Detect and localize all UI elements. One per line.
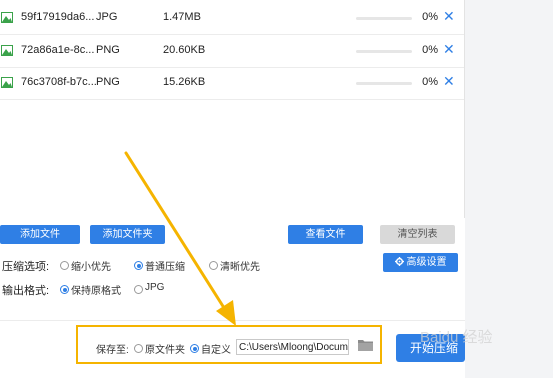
annotation-arrow [124,151,236,326]
start-compress-button[interactable]: 开始压缩 [396,334,465,362]
